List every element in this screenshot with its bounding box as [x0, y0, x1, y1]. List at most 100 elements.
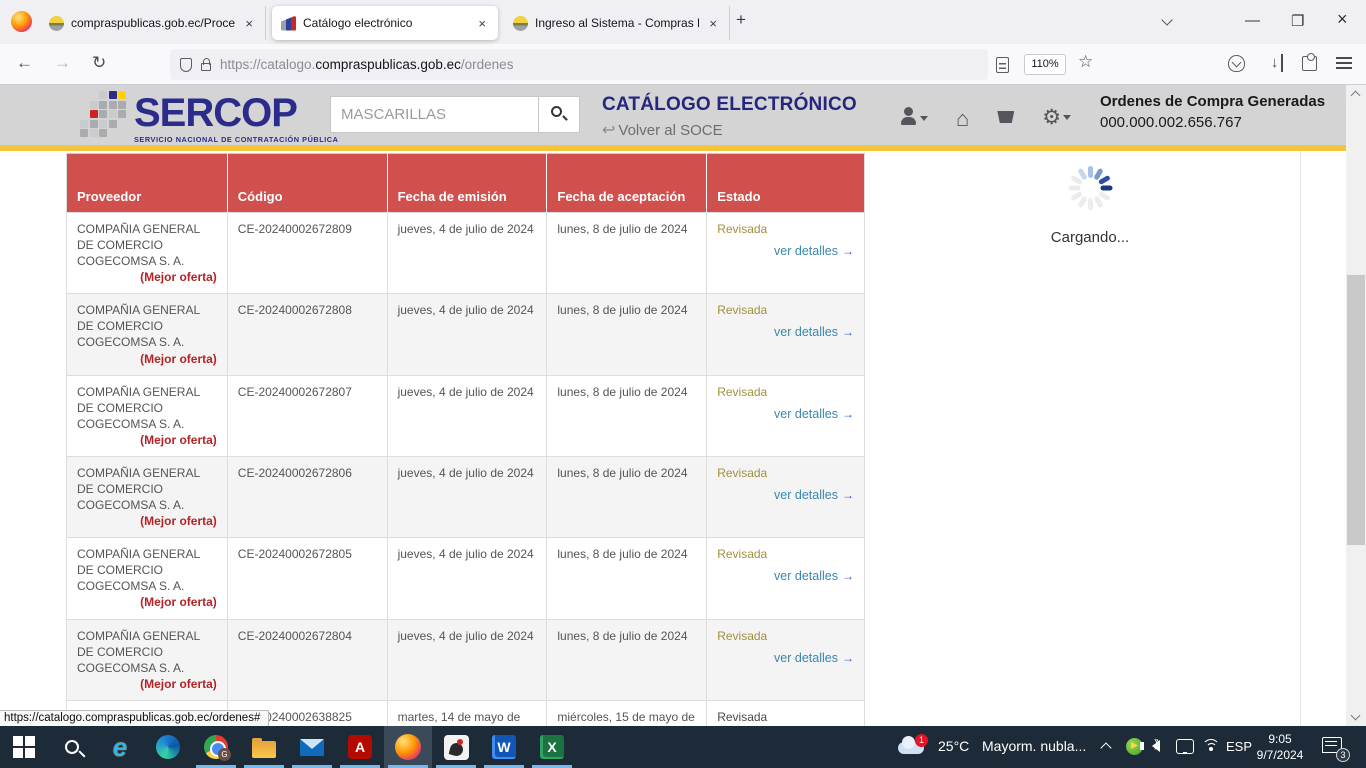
status-cell: Revisada ver detalles→ — [707, 620, 865, 700]
ver-detalles-link[interactable]: ver detalles — [774, 244, 838, 258]
taskbar-java-app-button[interactable] — [432, 726, 480, 768]
status-badge: Revisada — [717, 709, 854, 725]
cart-icon — [997, 111, 1014, 123]
issue-date-cell: martes, 14 de mayo de 2024 — [388, 701, 548, 726]
bookmark-star-icon[interactable]: ☆ — [1078, 52, 1093, 72]
forward-button[interactable]: → — [54, 53, 71, 73]
url-bar[interactable]: https://catalogo.compraspublicas.gob.ec/… — [170, 49, 988, 80]
window-maximize-button[interactable]: ❐ — [1291, 12, 1304, 30]
table-row: COMPAÑIA GENERAL DE COMERCIO COGECOMSA S… — [67, 457, 865, 538]
browser-navbar: ← → ↻ https://catalogo.compraspublicas.g… — [0, 44, 1366, 85]
taskbar-explorer-button[interactable] — [240, 726, 288, 768]
tracking-shield-icon[interactable] — [180, 58, 192, 72]
downloads-icon[interactable]: ← — [1265, 54, 1283, 72]
weather-widget[interactable]: 1 — [898, 734, 928, 760]
ver-detalles-link[interactable]: ver detalles — [774, 569, 838, 583]
sercop-logo[interactable]: SERCOP SERVICIO NACIONAL DE CONTRATACIÓN… — [80, 91, 338, 143]
window-minimize-button[interactable]: — — [1245, 12, 1260, 29]
table-row: COMPAÑIA GENERAL DE COMERCIO COGECOMSA S… — [67, 620, 865, 701]
taskbar-ie-button[interactable]: e — [96, 726, 144, 768]
scrollbar-thumb[interactable] — [1347, 275, 1365, 545]
taskbar-excel-button[interactable]: X — [528, 726, 576, 768]
volver-soce-link[interactable]: ↩Volver al SOCE — [602, 120, 857, 140]
wifi-icon[interactable] — [1202, 739, 1220, 754]
taskbar-chrome-button[interactable]: G — [192, 726, 240, 768]
ver-detalles-link[interactable]: ver detalles — [774, 651, 838, 665]
windows-logo-icon — [13, 736, 35, 758]
code-cell: CE-20240002672807 — [228, 376, 388, 456]
taskbar-mail-button[interactable] — [288, 726, 336, 768]
taskbar-acrobat-button[interactable]: A — [336, 726, 384, 768]
chrome-profile-badge: G — [218, 748, 231, 761]
accent-bar — [0, 145, 1346, 151]
new-tab-button[interactable]: + — [736, 10, 746, 30]
reader-mode-icon[interactable] — [996, 57, 1009, 73]
tab-list-chevron-icon[interactable] — [1161, 14, 1172, 25]
tab-close-icon[interactable]: × — [242, 16, 256, 31]
best-offer-label: (Mejor oferta) — [140, 513, 217, 529]
column-header: Fecha de emisión — [388, 154, 548, 212]
loading-indicator: Cargando... — [1015, 165, 1165, 246]
home-button[interactable]: ⌂ — [956, 110, 969, 128]
column-header: Código — [228, 154, 388, 212]
scroll-up-icon[interactable] — [1351, 91, 1361, 101]
content-divider — [1300, 151, 1301, 726]
ver-detalles-link[interactable]: ver detalles — [774, 325, 838, 339]
clock-widget[interactable]: 9:05 9/7/2024 — [1254, 731, 1306, 763]
volume-icon[interactable] — [1152, 740, 1160, 752]
firefox-app-icon[interactable] — [11, 11, 32, 32]
tab-close-icon[interactable]: × — [706, 16, 720, 31]
caret-down-icon — [1063, 115, 1071, 120]
search-input[interactable] — [330, 96, 538, 133]
taskbar-firefox-button[interactable] — [384, 726, 432, 768]
window-close-button[interactable]: × — [1337, 9, 1348, 30]
accept-date-cell: miércoles, 15 de mayo de 2024 — [547, 701, 707, 726]
page-scrollbar[interactable] — [1346, 85, 1366, 726]
taskbar-search-button[interactable] — [48, 726, 96, 768]
tab-ingreso-sistema[interactable]: Ingreso al Sistema - Compras P × — [504, 6, 730, 40]
tab-title: Ingreso al Sistema - Compras P — [535, 16, 699, 30]
orders-table-header: Proveedor Código Fecha de emisión Fecha … — [67, 154, 865, 213]
start-button[interactable] — [0, 726, 48, 768]
search-button[interactable] — [538, 96, 580, 133]
extensions-icon[interactable] — [1302, 56, 1317, 71]
pocket-icon[interactable] — [1228, 55, 1245, 72]
user-menu-button[interactable] — [900, 107, 928, 130]
ecuador-favicon-icon — [49, 16, 64, 31]
tab-title: Catálogo electrónico — [303, 16, 468, 30]
provider-cell: COMPAÑIA GENERAL DE COMERCIO COGECOMSA S… — [67, 294, 228, 374]
taskbar-edge-button[interactable] — [144, 726, 192, 768]
best-offer-label: (Mejor oferta) — [140, 351, 217, 367]
weather-condition-label[interactable]: Mayorm. nubla... — [982, 738, 1086, 754]
lock-icon[interactable] — [201, 63, 211, 71]
reload-button[interactable]: ↻ — [92, 53, 106, 73]
language-indicator[interactable]: ESP — [1226, 739, 1252, 754]
acrobat-icon: A — [348, 735, 372, 759]
zoom-level-badge[interactable]: 110% — [1024, 54, 1066, 75]
search-icon — [65, 740, 79, 754]
time-label: 9:05 — [1254, 731, 1306, 747]
best-offer-label: (Mejor oferta) — [140, 676, 217, 692]
settings-menu-button[interactable]: ⚙ — [1042, 109, 1071, 129]
menu-icon[interactable] — [1336, 57, 1352, 59]
edge-icon — [156, 735, 180, 759]
gear-icon: ⚙ — [1042, 106, 1061, 129]
ver-detalles-link[interactable]: ver detalles — [774, 407, 838, 421]
status-badge: Revisada — [717, 302, 854, 318]
taskbar-word-button[interactable]: W — [480, 726, 528, 768]
code-cell: CE-20240002672808 — [228, 294, 388, 374]
display-tray-icon[interactable] — [1176, 739, 1194, 754]
tab-catalogo-electronico[interactable]: Catálogo electrónico × — [272, 6, 498, 40]
back-button[interactable]: ← — [16, 53, 33, 73]
best-offer-label: (Mejor oferta) — [140, 269, 217, 285]
scroll-down-icon[interactable] — [1351, 711, 1361, 721]
tab-close-icon[interactable]: × — [475, 16, 489, 31]
ver-detalles-link[interactable]: ver detalles — [774, 488, 838, 502]
temperature-label[interactable]: 25°C — [938, 738, 969, 754]
tab-compraspublicas[interactable]: compraspublicas.gob.ec/Proce × — [40, 6, 266, 40]
cart-button[interactable] — [997, 109, 1014, 128]
tray-expand-chevron-icon[interactable] — [1100, 742, 1111, 753]
status-cell: Revisada ver detalles→ — [707, 294, 865, 374]
table-row: COMPAÑIA GENERAL DE COMERCIO COGECOMSA S… — [67, 538, 865, 619]
caret-down-icon — [920, 116, 928, 121]
